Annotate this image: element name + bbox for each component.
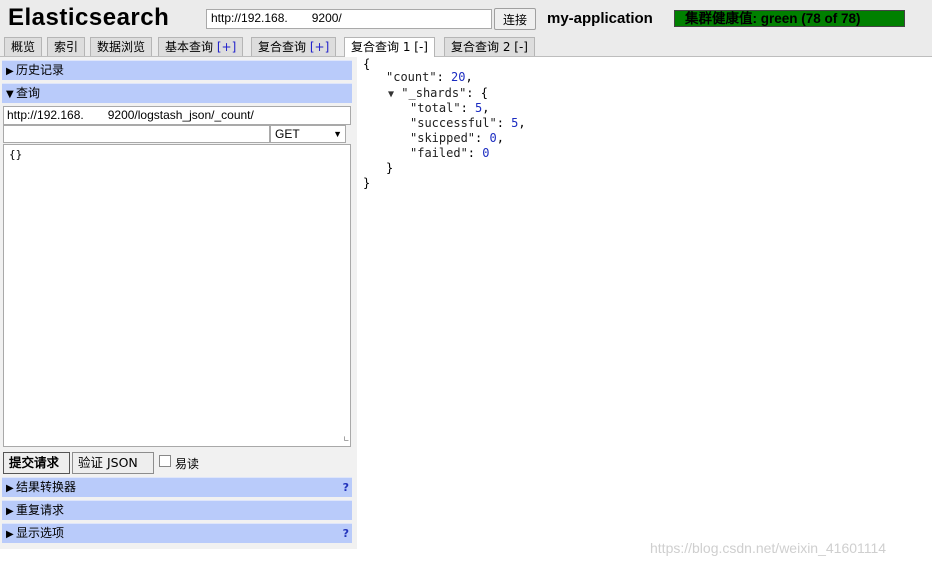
watermark: https://blog.csdn.net/weixin_41601114 (650, 540, 887, 556)
tab-bar: 概览 索引 数据浏览 基本查询 [+] 复合查询 [+] 复合查询 1 [-] … (0, 36, 932, 57)
dropdown-arrow-icon: ▼ (333, 129, 342, 139)
json-result-view: { "count": 20, ▼ "_shards": { "total": 5… (363, 57, 923, 197)
section-result-transformer[interactable]: ▶ 结果转换器 ? (2, 477, 352, 497)
query-path-input[interactable] (3, 125, 270, 143)
cluster-url-input[interactable]: http://192.168. 9200/ (206, 9, 492, 29)
query-url-input[interactable]: http://192.168. 9200/logstash_json/_coun… (3, 106, 351, 125)
caret-down-icon: ▼ (6, 89, 14, 100)
json-inner-close-brace: } (386, 161, 394, 175)
section-history[interactable]: ▶ 历史记录 (2, 60, 352, 80)
tab-label: 索引 (54, 40, 79, 54)
section-label: 结果转换器 (16, 480, 77, 494)
json-line-skipped: "skipped": 0, (410, 131, 504, 145)
caret-right-icon: ▶ (6, 506, 14, 517)
help-icon[interactable]: ? (343, 478, 349, 497)
json-key: "_shards" (401, 86, 467, 100)
json-close-brace: } (363, 176, 371, 190)
close-tab-control[interactable]: [-] (514, 40, 528, 54)
tab-label: 基本查询 (165, 40, 214, 54)
json-key: "skipped" (410, 131, 476, 145)
add-tab-control[interactable]: [+] (217, 40, 236, 54)
validate-json-button[interactable]: 验证 JSON (72, 452, 154, 474)
json-key: "successful" (410, 116, 497, 130)
cluster-health-badge: 集群健康值: green (78 of 78) (674, 10, 905, 27)
add-tab-control[interactable]: [+] (310, 40, 329, 54)
tab-label: 概览 (11, 40, 36, 54)
section-label: 重复请求 (16, 503, 65, 517)
cluster-name: my-application (547, 10, 653, 27)
json-line-count: "count": 20, (386, 70, 473, 84)
json-value: 20 (451, 70, 466, 84)
method-value: GET (275, 127, 300, 141)
readable-checkbox[interactable] (159, 455, 171, 467)
section-label: 历史记录 (16, 63, 65, 77)
caret-right-icon: ▶ (6, 66, 14, 77)
tab-indices[interactable]: 索引 (47, 37, 86, 56)
submit-request-button[interactable]: 提交请求 (3, 452, 70, 474)
json-key: "failed" (410, 146, 468, 160)
close-tab-control[interactable]: [-] (414, 40, 428, 54)
caret-right-icon: ▶ (6, 529, 14, 540)
header-bar: Elasticsearch http://192.168. 9200/ 连接 m… (0, 0, 932, 36)
section-query[interactable]: ▼ 查询 (2, 83, 352, 103)
tab-compound-query-1[interactable]: 复合查询 1 [-] (344, 37, 435, 57)
json-line-total: "total": 5, (410, 101, 490, 115)
tab-label: 复合查询 (258, 40, 307, 54)
caret-right-icon: ▶ (6, 483, 14, 494)
json-value: 5 (511, 116, 519, 130)
json-line-shards: ▼ "_shards": { (388, 86, 488, 100)
collapse-toggle-icon[interactable]: ▼ (388, 89, 394, 100)
connect-button[interactable]: 连接 (494, 8, 536, 30)
tab-label: 复合查询 2 (451, 40, 511, 54)
json-key: "total" (410, 101, 461, 115)
resize-grip-icon[interactable]: ∟ (344, 435, 349, 445)
json-key: "count" (386, 70, 437, 84)
section-label: 显示选项 (16, 526, 65, 540)
request-body-textarea[interactable]: {} ∟ (3, 144, 351, 447)
json-line-failed: "failed": 0 (410, 146, 490, 160)
tab-data-browser[interactable]: 数据浏览 (90, 37, 153, 56)
tab-overview[interactable]: 概览 (4, 37, 43, 56)
tab-compound-query-2[interactable]: 复合查询 2 [-] (444, 37, 535, 56)
json-value: 0 (482, 146, 490, 160)
http-method-select[interactable]: GET ▼ (270, 125, 346, 143)
query-panel: ▶ 历史记录 ▼ 查询 http://192.168. 9200/logstash_… (0, 57, 357, 549)
tab-label: 复合查询 1 (351, 40, 411, 54)
json-value: 0 (489, 131, 497, 145)
section-display-options[interactable]: ▶ 显示选项 ? (2, 523, 352, 543)
app-title: Elasticsearch (8, 4, 170, 31)
json-line-successful: "successful": 5, (410, 116, 526, 130)
tab-compound-query[interactable]: 复合查询 [+] (251, 37, 337, 56)
section-label: 查询 (16, 86, 41, 100)
help-icon[interactable]: ? (343, 524, 349, 543)
json-value: 5 (475, 101, 483, 115)
json-open-brace: { (363, 57, 371, 71)
request-body-text: {} (9, 148, 23, 161)
tab-label: 数据浏览 (97, 40, 146, 54)
readable-label: 易读 (175, 457, 200, 471)
section-repeat-request[interactable]: ▶ 重复请求 (2, 500, 352, 520)
tab-basic-query[interactable]: 基本查询 [+] (158, 37, 244, 56)
